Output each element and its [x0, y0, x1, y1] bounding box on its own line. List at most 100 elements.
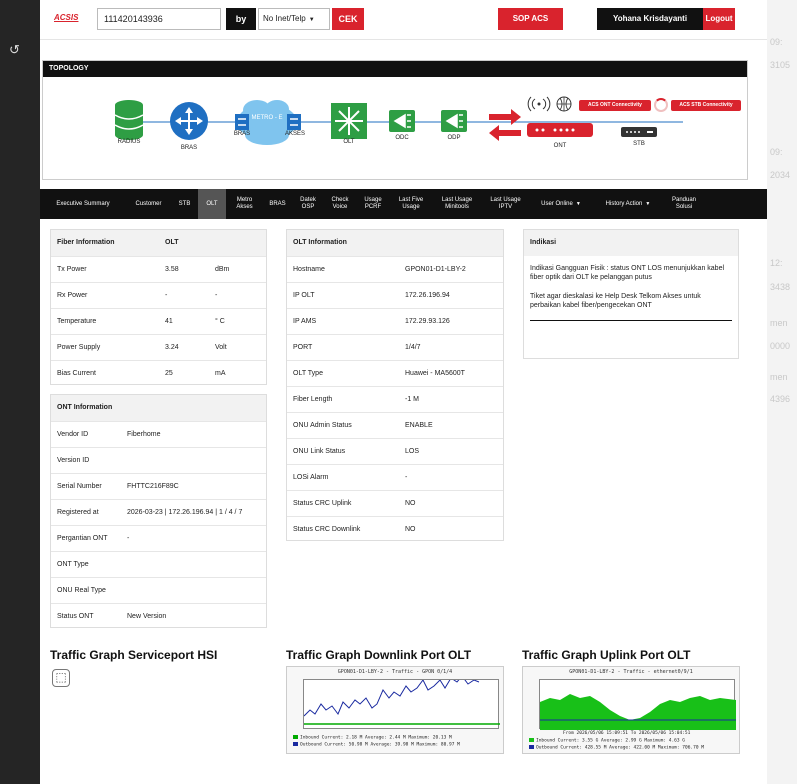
bleed-text: 12:	[770, 258, 783, 268]
tab-customer[interactable]: Customer	[126, 189, 171, 219]
node-label-stb: STB	[633, 141, 645, 147]
tab-bras[interactable]: BRAS	[263, 189, 292, 219]
logout-button[interactable]: Logout	[703, 8, 735, 30]
ont-label: ONU Real Type	[51, 576, 121, 603]
bleed-text: men	[770, 372, 788, 382]
bleed-text: 0000	[770, 341, 791, 351]
olt-label: Status CRC Uplink	[287, 489, 399, 516]
main-panel: ACSIS by No Inet/Telp▼ CEK SOP ACS Yohan…	[40, 0, 767, 784]
fiber-unit: dBm	[209, 255, 266, 282]
ont-value	[121, 446, 266, 473]
olt-value: -1 M	[399, 385, 503, 412]
table-row: Version ID	[51, 446, 266, 473]
downlink-line-svg	[303, 675, 500, 725]
indikasi-text: Tiket agar dieskalasi ke Help Desk Telko…	[530, 293, 701, 309]
app-logo[interactable]: ACSIS	[54, 13, 78, 22]
top-header: ACSIS by No Inet/Telp▼ CEK SOP ACS Yohan…	[40, 0, 767, 40]
table-row: IP OLT 172.26.196.94	[287, 281, 503, 308]
tab-history-action[interactable]: History Action ▼	[593, 189, 663, 219]
bleed-text: men	[770, 318, 788, 328]
ont-label: Status ONT	[51, 602, 121, 629]
bleed-text: 4396	[770, 394, 791, 404]
tab-usage-pcrf[interactable]: Usage PCRF	[356, 189, 390, 219]
graph-plot	[303, 675, 500, 729]
traffic-uplink-title: Traffic Graph Uplink Port OLT	[522, 648, 691, 662]
table-row: Serial Number FHTTC216F89C	[51, 472, 266, 499]
fiber-unit: ° C	[209, 307, 266, 334]
tab-bar: Executive Summary Customer STB OLT Metro…	[40, 189, 767, 219]
tab-panduan-solusi[interactable]: Panduan Solusi	[663, 189, 705, 219]
graph-title: GPON01-D1-LBY-2 - Traffic - ethernet0/9/…	[569, 669, 693, 675]
left-sidebar: ↺	[0, 0, 40, 784]
add-graph-icon[interactable]: ⬚	[52, 669, 70, 687]
ont-value	[121, 550, 266, 577]
fiber-label: Tx Power	[51, 255, 159, 282]
table-header: OLT Information	[287, 230, 503, 256]
downlink-graph-image: GPON01-D1-LBY-2 - Traffic - GPON 0/1/4 I…	[286, 666, 504, 754]
divider	[530, 320, 732, 321]
acs-ont-connectivity-button[interactable]: ACS ONT Connectivity	[579, 100, 651, 111]
graph-legend-inbound: Inbound Current: 3.55 G Average: 2.99 G …	[536, 738, 686, 744]
indikasi-panel: Indikasi Indikasi Gangguan Fisik : statu…	[523, 229, 739, 359]
ont-label: Version ID	[51, 446, 121, 473]
node-label-odc: ODC	[395, 135, 409, 141]
olt-value: NO	[399, 489, 503, 516]
by-label: by	[226, 8, 256, 30]
fiber-value: 3.24	[159, 333, 209, 360]
tab-datek-osp[interactable]: Datek OSP	[292, 189, 324, 219]
tab-stb[interactable]: STB	[171, 189, 198, 219]
table-row: Vendor ID Fiberhome	[51, 420, 266, 447]
caret-down-icon: ▼	[575, 200, 581, 207]
olt-label: IP AMS	[287, 307, 399, 334]
topology-title: TOPOLOGY	[43, 61, 747, 77]
table-row: ONT Type	[51, 550, 266, 577]
user-name-label: Yohana Krisdayanti	[597, 8, 703, 30]
graph-legend-outbound: Outbound Current: 50.98 M Average: 39.98…	[300, 742, 460, 748]
sop-acs-button[interactable]: SOP ACS	[498, 8, 563, 30]
search-input[interactable]	[97, 8, 221, 30]
table-row: Hostname GPON01-D1-LBY-2	[287, 255, 503, 282]
undo-icon[interactable]: ↺	[9, 42, 20, 58]
table-row: Registered at 2026-03-23 | 172.26.196.94 …	[51, 498, 266, 525]
table-row: Pergantian ONT -	[51, 524, 266, 551]
topology-svg	[114, 96, 683, 145]
fiber-label: Power Supply	[51, 333, 159, 360]
node-label-akses: AKSES	[284, 131, 305, 137]
fiber-unit: -	[209, 281, 266, 308]
cek-button[interactable]: CEK	[332, 8, 364, 30]
olt-value: LOS	[399, 437, 503, 464]
database-icon	[114, 100, 144, 140]
fiber-value: 25	[159, 359, 209, 386]
table-row: Status ONT New Version	[51, 602, 266, 629]
indikasi-title: Indikasi	[524, 230, 738, 256]
ont-label: Serial Number	[51, 472, 121, 499]
topology-diagram: RADIUS BRAS BRAS METRO - E AKSES OLT ODC…	[43, 77, 747, 180]
topology-panel: TOPOLOGY RADIUS BRAS BRAS METRO - E AKSE…	[42, 60, 748, 180]
select-value: No Inet/Telp	[263, 14, 306, 23]
tab-olt[interactable]: OLT	[198, 189, 226, 219]
graph-legend: Outbound Current: 428.55 M Average: 422.…	[529, 745, 704, 751]
uplink-graph-image: GPON01-D1-LBY-2 - Traffic - ethernet0/9/…	[522, 666, 740, 754]
tab-metro-akses[interactable]: Metro Akses	[226, 189, 263, 219]
olt-label: OLT Type	[287, 359, 399, 386]
olt-label: Hostname	[287, 255, 399, 282]
olt-value: 172.29.93.126	[399, 307, 503, 334]
tab-user-online[interactable]: User Online ▼	[529, 189, 593, 219]
tab-executive-summary[interactable]: Executive Summary	[40, 189, 126, 219]
acs-stb-connectivity-button[interactable]: ACS STB Connectivity	[671, 100, 741, 111]
bleed-text: 3105	[770, 60, 791, 70]
olt-value: 1/4/7	[399, 333, 503, 360]
loading-spinner-icon	[654, 98, 668, 112]
tab-last-usage-minitools[interactable]: Last Usage Minitools	[432, 189, 482, 219]
tab-last-usage-iptv[interactable]: Last Usage IPTV	[482, 189, 529, 219]
traffic-downlink-title: Traffic Graph Downlink Port OLT	[286, 648, 472, 662]
olt-label: PORT	[287, 333, 399, 360]
tab-check-voice[interactable]: Check Voice	[324, 189, 356, 219]
table-header: Fiber Information	[51, 230, 159, 256]
fiber-label: Temperature	[51, 307, 159, 334]
graph-plot	[539, 679, 736, 730]
tab-last-five-usage[interactable]: Last Five Usage	[390, 189, 432, 219]
bleed-text: 2034	[770, 170, 791, 180]
search-type-select[interactable]: No Inet/Telp ▼	[258, 8, 330, 30]
tab-user-online-label: User Online	[541, 200, 573, 207]
